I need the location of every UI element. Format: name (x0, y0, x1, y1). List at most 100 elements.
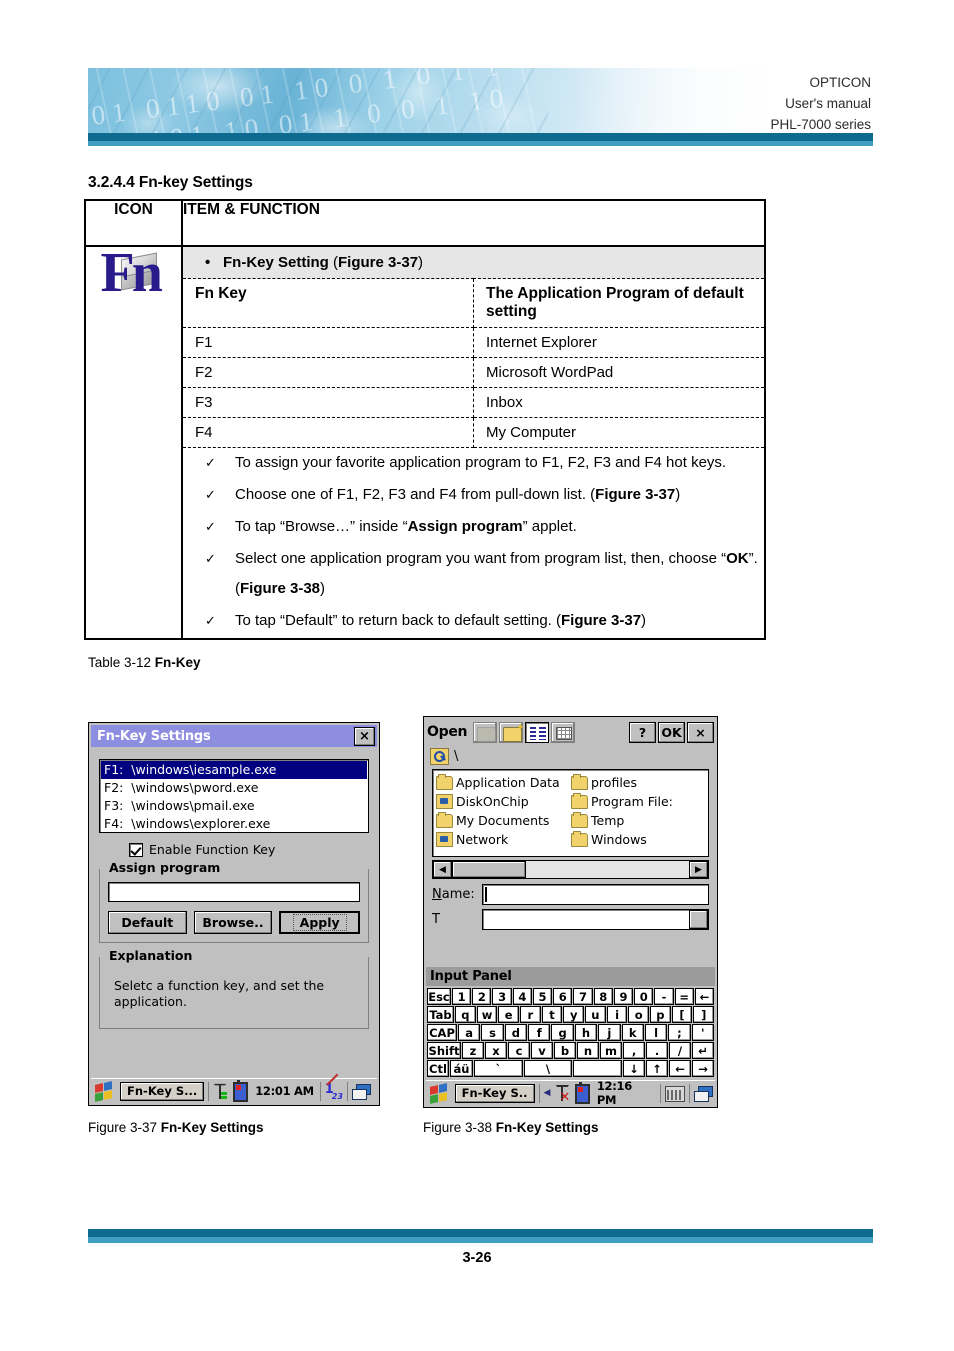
keyboard-key[interactable]: Esc (427, 988, 451, 1005)
keyboard-key[interactable] (573, 1060, 623, 1077)
keyboard-key[interactable]: z (462, 1042, 484, 1059)
ok-button[interactable]: OK (658, 721, 685, 743)
windows-stack-icon[interactable] (694, 1085, 713, 1102)
keyboard-key[interactable]: - (654, 988, 674, 1005)
close-icon[interactable]: × (687, 721, 714, 743)
taskbar-clock[interactable]: 12:01 AM (253, 1084, 316, 1098)
tray-expand-icon[interactable]: ◀ (543, 1088, 550, 1098)
list-item[interactable]: Program File: (571, 792, 706, 811)
list-item[interactable]: F4: \windows\explorer.exe (101, 815, 367, 833)
new-folder-icon[interactable] (499, 721, 524, 743)
keyboard-key[interactable]: 2 (472, 988, 492, 1005)
up-folder-icon[interactable] (473, 721, 498, 743)
scrollbar-thumb[interactable] (452, 861, 526, 878)
keyboard-key[interactable]: r (520, 1006, 541, 1023)
keyboard-key[interactable]: k (621, 1024, 644, 1041)
scroll-left-button[interactable]: ◀ (433, 861, 452, 878)
keyboard-key[interactable]: w (476, 1006, 498, 1023)
battery-icon[interactable] (233, 1079, 249, 1102)
keyboard-key[interactable]: f (528, 1024, 551, 1041)
taskbar-app-button[interactable]: Fn-Key S... (120, 1081, 205, 1101)
keyboard-key[interactable]: ; (668, 1024, 691, 1041)
windows-start-icon[interactable] (429, 1082, 451, 1104)
name-input[interactable] (482, 884, 709, 905)
pen-input-icon[interactable]: 23 (325, 1082, 343, 1101)
scrollbar-track[interactable] (452, 861, 689, 878)
keyboard-key[interactable]: l (644, 1024, 668, 1041)
apply-button[interactable]: Apply (279, 911, 361, 934)
keyboard-key[interactable]: p (650, 1006, 671, 1023)
keyboard-key[interactable]: CAP (427, 1024, 457, 1041)
help-button[interactable]: ? (629, 721, 656, 743)
keyboard-key[interactable]: t (541, 1006, 563, 1023)
keyboard-key[interactable]: Tab (427, 1006, 454, 1023)
keyboard-key[interactable]: ↓ (623, 1060, 646, 1077)
keyboard-key[interactable]: 8 (593, 988, 613, 1005)
keyboard-key[interactable]: q (455, 1006, 476, 1023)
taskbar-app-button[interactable]: Fn-Key S.. (454, 1083, 535, 1103)
keyboard-key[interactable]: x (485, 1042, 507, 1059)
fnkey-listbox[interactable]: F1: \windows\iesample.exe F2: \windows\p… (99, 759, 369, 833)
keyboard-key[interactable]: . (646, 1042, 668, 1059)
type-combobox[interactable] (482, 909, 709, 930)
keyboard-key[interactable]: c (508, 1042, 530, 1059)
list-item[interactable]: Windows (571, 830, 706, 849)
list-item[interactable]: F3: \windows\pmail.exe (101, 797, 367, 815)
keyboard-key[interactable]: y (563, 1006, 585, 1023)
keyboard-key[interactable]: i (606, 1006, 628, 1023)
keyboard-key[interactable]: [ (671, 1006, 693, 1023)
keyboard-key[interactable]: 5 (532, 988, 553, 1005)
keyboard-key[interactable]: j (598, 1024, 621, 1041)
taskbar-clock[interactable]: 12:16 PM (595, 1079, 656, 1107)
enable-function-key-row[interactable]: Enable Function Key (129, 842, 369, 857)
keyboard-key[interactable]: n (577, 1042, 599, 1059)
keyboard-key[interactable]: v (531, 1042, 553, 1059)
keyboard-key[interactable]: 7 (573, 988, 593, 1005)
keyboard-key[interactable]: ↵ (692, 1042, 714, 1059)
keyboard-key[interactable]: h (574, 1024, 598, 1041)
find-folder-icon[interactable] (430, 748, 449, 765)
keyboard-key[interactable]: e (498, 1006, 520, 1023)
list-item[interactable]: My Documents (436, 811, 571, 830)
keyboard-key[interactable]: / (669, 1042, 691, 1059)
keyboard-key[interactable]: = (674, 988, 694, 1005)
keyboard-key[interactable]: , (623, 1042, 645, 1059)
list-item[interactable]: F2: \windows\pword.exe (101, 779, 367, 797)
keyboard-key[interactable]: \ (523, 1060, 573, 1077)
enable-function-key-checkbox[interactable] (129, 842, 143, 857)
list-item[interactable]: DiskOnChip (436, 792, 571, 811)
keyboard-key[interactable]: 4 (512, 988, 532, 1005)
keyboard-key[interactable]: 6 (553, 988, 573, 1005)
keyboard-key[interactable]: 1 (452, 988, 472, 1005)
keyboard-key[interactable]: a (458, 1024, 481, 1041)
keyboard-key[interactable]: ' (691, 1024, 714, 1041)
keyboard-key[interactable]: o (628, 1006, 650, 1023)
keyboard-key[interactable]: d (504, 1024, 528, 1041)
battery-icon[interactable] (575, 1081, 590, 1104)
keyboard-key[interactable]: g (551, 1024, 574, 1041)
keyboard-key[interactable]: 3 (492, 988, 512, 1005)
keyboard-key[interactable]: Ctl (427, 1060, 449, 1077)
list-item[interactable]: Application Data (436, 773, 571, 792)
keyboard-key[interactable]: ← (669, 1060, 692, 1077)
list-item[interactable]: F1: \windows\iesample.exe (101, 761, 367, 779)
windows-start-icon[interactable] (94, 1080, 116, 1102)
keyboard-key[interactable]: Shift (427, 1042, 461, 1059)
virtual-keyboard[interactable]: Esc 1 2 3 4 5 6 7 8 9 0- = ← Tab q w e r t y u i o p[] CAP a s d f g h… (426, 986, 715, 1080)
horizontal-scrollbar[interactable]: ◀ ▶ (432, 860, 709, 879)
keyboard-key[interactable]: 9 (613, 988, 634, 1005)
windows-stack-icon[interactable] (351, 1083, 371, 1100)
keyboard-key[interactable]: s (481, 1024, 504, 1041)
list-item[interactable]: Temp (571, 811, 706, 830)
default-button[interactable]: Default (108, 911, 187, 934)
chevron-down-icon[interactable] (689, 910, 708, 929)
keyboard-key[interactable]: ↑ (646, 1060, 669, 1077)
assign-program-input[interactable] (108, 882, 360, 902)
keyboard-key[interactable]: b (554, 1042, 576, 1059)
file-list[interactable]: Application Data DiskOnChip My Documents… (432, 769, 709, 857)
keyboard-key[interactable]: áü (450, 1060, 473, 1077)
keyboard-key[interactable]: ← (694, 988, 715, 1005)
antenna-icon[interactable] (213, 1083, 228, 1100)
keyboard-key[interactable]: ` (474, 1060, 523, 1077)
list-view-icon[interactable] (525, 721, 550, 743)
